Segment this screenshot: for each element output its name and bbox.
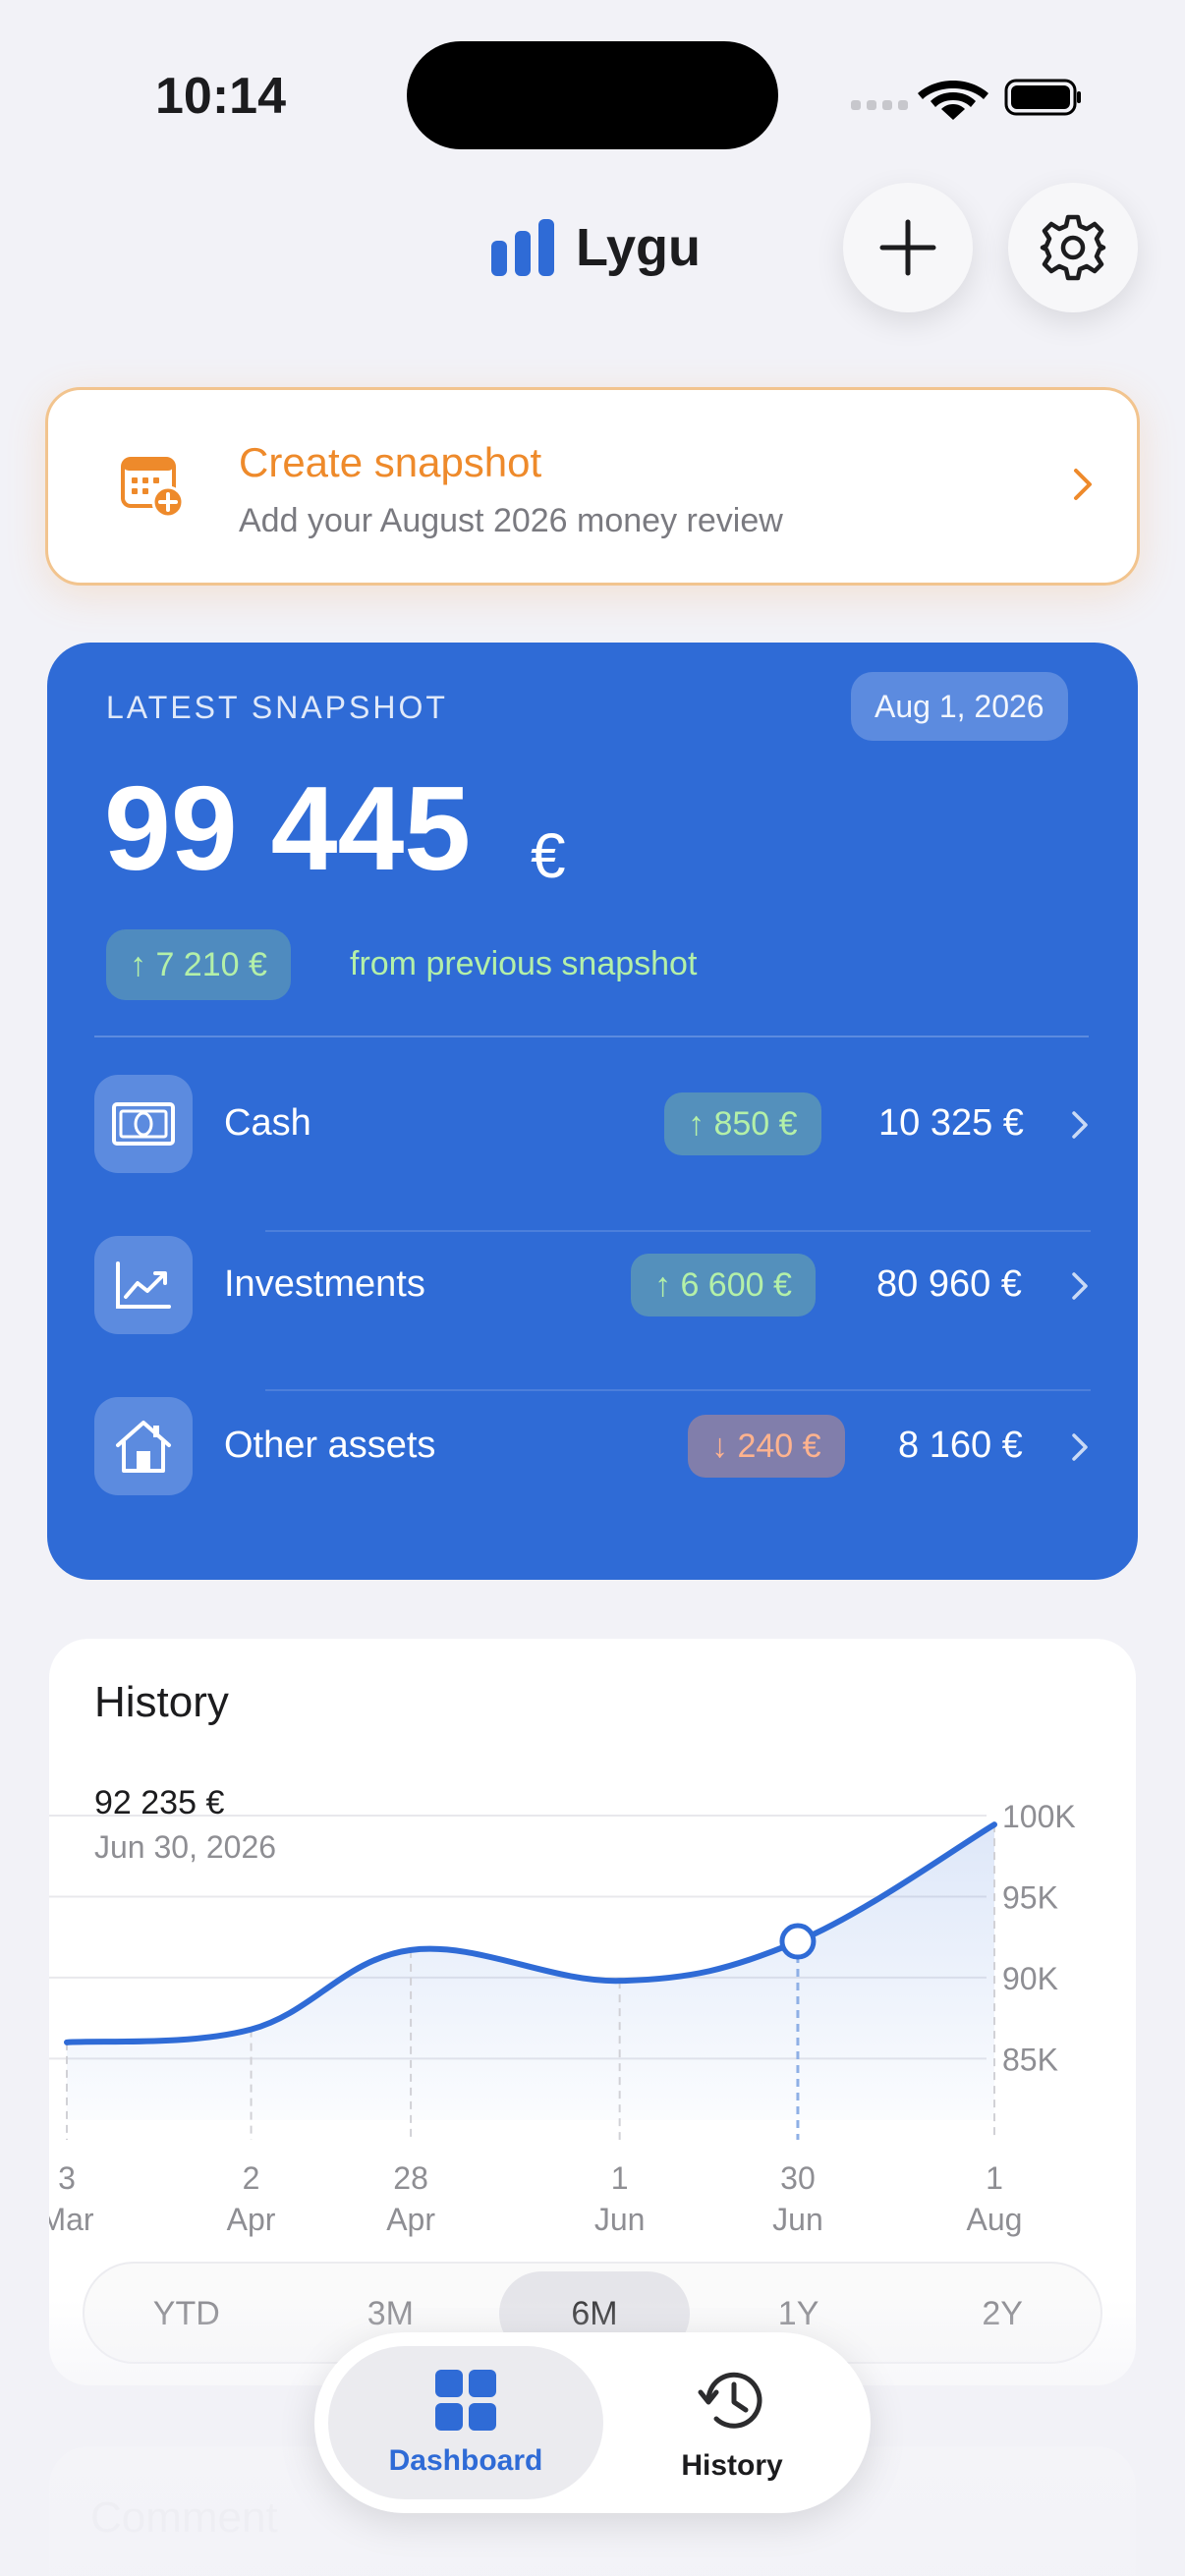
asset-change-cash: ↑ 850 € [664, 1092, 821, 1155]
gear-icon [1040, 214, 1106, 281]
range-option-ytd[interactable]: YTD [91, 2271, 282, 2356]
x-tick-label: Jun [594, 2202, 646, 2237]
bar-chart-icon [491, 219, 554, 276]
latest-snapshot-label: LATEST SNAPSHOT [106, 690, 448, 725]
asset-value-cash: 10 325 € [878, 1102, 1024, 1144]
house-icon [94, 1397, 193, 1495]
chevron-right-icon [1072, 1111, 1088, 1139]
asset-name-cash: Cash [224, 1102, 311, 1144]
wifi-icon [918, 81, 988, 120]
add-button[interactable] [843, 183, 973, 312]
status-icons [847, 71, 1083, 120]
banknote-icon [94, 1075, 193, 1173]
create-snapshot-banner[interactable]: Create snapshot Add your August 2026 mon… [45, 387, 1140, 586]
plus-icon [879, 219, 936, 276]
banner-subtitle: Add your August 2026 money review [239, 502, 783, 539]
x-tick-label: 2 [243, 2160, 260, 2196]
tab-history[interactable]: History [609, 2346, 855, 2499]
asset-row-other-assets[interactable]: Other assets ↓ 240 € 8 160 € [47, 1368, 1138, 1525]
battery-icon [1004, 79, 1081, 116]
x-tick-label: Apr [386, 2202, 435, 2237]
asset-name-investments: Investments [224, 1263, 425, 1305]
history-chart[interactable]: 100K 95K 90K 85K 3 Mar 2 Apr 28 Apr 1 Jun 30 Jun 1 Aug [49, 1796, 1136, 2248]
tab-bar: Dashboard History [314, 2332, 871, 2513]
x-tick-label: Mar [49, 2202, 94, 2237]
settings-button[interactable] [1008, 183, 1138, 312]
history-card: History 92 235 € Jun 30, 2026 100K 95K 90K… [49, 1639, 1136, 2385]
banner-title: Create snapshot [239, 439, 542, 485]
chart-line-icon [94, 1236, 193, 1334]
y-tick-label: 100K [1002, 1799, 1076, 1834]
chevron-right-icon [1072, 1272, 1088, 1300]
asset-value-other-assets: 8 160 € [898, 1425, 1023, 1466]
app-name: Lygu [576, 218, 701, 277]
asset-row-cash[interactable]: Cash ↑ 850 € 10 325 € [47, 1045, 1138, 1203]
x-tick-label: 30 [780, 2160, 816, 2196]
tab-label-history: History [681, 2449, 783, 2482]
x-tick-label: 1 [986, 2160, 1003, 2196]
chevron-right-icon [1072, 1433, 1088, 1461]
x-tick-label: Aug [967, 2202, 1023, 2237]
dynamic-island [407, 41, 778, 149]
chart-area [67, 1824, 994, 2120]
total-change-badge: ↑ 7 210 € [106, 929, 291, 1000]
divider [94, 1036, 1089, 1037]
latest-snapshot-card: LATEST SNAPSHOT Aug 1, 2026 99 445 € ↑ 7… [47, 643, 1138, 1580]
selected-point [779, 1923, 817, 1960]
range-option-2y[interactable]: 2Y [907, 2271, 1098, 2356]
y-tick-label: 85K [1002, 2042, 1058, 2077]
status-time: 10:14 [155, 68, 286, 125]
grid-icon [435, 2370, 496, 2431]
x-tick-label: 1 [611, 2160, 629, 2196]
app-brand: Lygu [491, 216, 701, 279]
asset-change-investments: ↑ 6 600 € [631, 1254, 816, 1316]
total-change-caption: from previous snapshot [350, 945, 698, 982]
asset-name-other-assets: Other assets [224, 1425, 436, 1466]
comment-label: Comment [90, 2493, 278, 2542]
snapshot-date-badge: Aug 1, 2026 [851, 672, 1068, 741]
x-tick-label: Apr [227, 2202, 276, 2237]
x-tick-label: 28 [393, 2160, 428, 2196]
history-title: History [94, 1678, 229, 1726]
total-currency: € [531, 820, 566, 891]
asset-row-investments[interactable]: Investments ↑ 6 600 € 80 960 € [47, 1206, 1138, 1364]
asset-value-investments: 80 960 € [876, 1263, 1022, 1305]
total-amount: 99 445 [104, 761, 472, 895]
y-tick-label: 95K [1002, 1879, 1058, 1915]
asset-change-other-assets: ↓ 240 € [688, 1415, 845, 1478]
chevron-right-icon [1074, 469, 1092, 500]
signal-icon [851, 100, 908, 110]
clock-history-icon [698, 2372, 762, 2429]
y-tick-label: 90K [1002, 1961, 1058, 1996]
tab-label-dashboard: Dashboard [388, 2444, 543, 2477]
calendar-add-icon [121, 457, 185, 519]
tab-dashboard[interactable]: Dashboard [328, 2346, 603, 2499]
x-tick-label: Jun [772, 2202, 823, 2237]
x-tick-label: 3 [58, 2160, 76, 2196]
